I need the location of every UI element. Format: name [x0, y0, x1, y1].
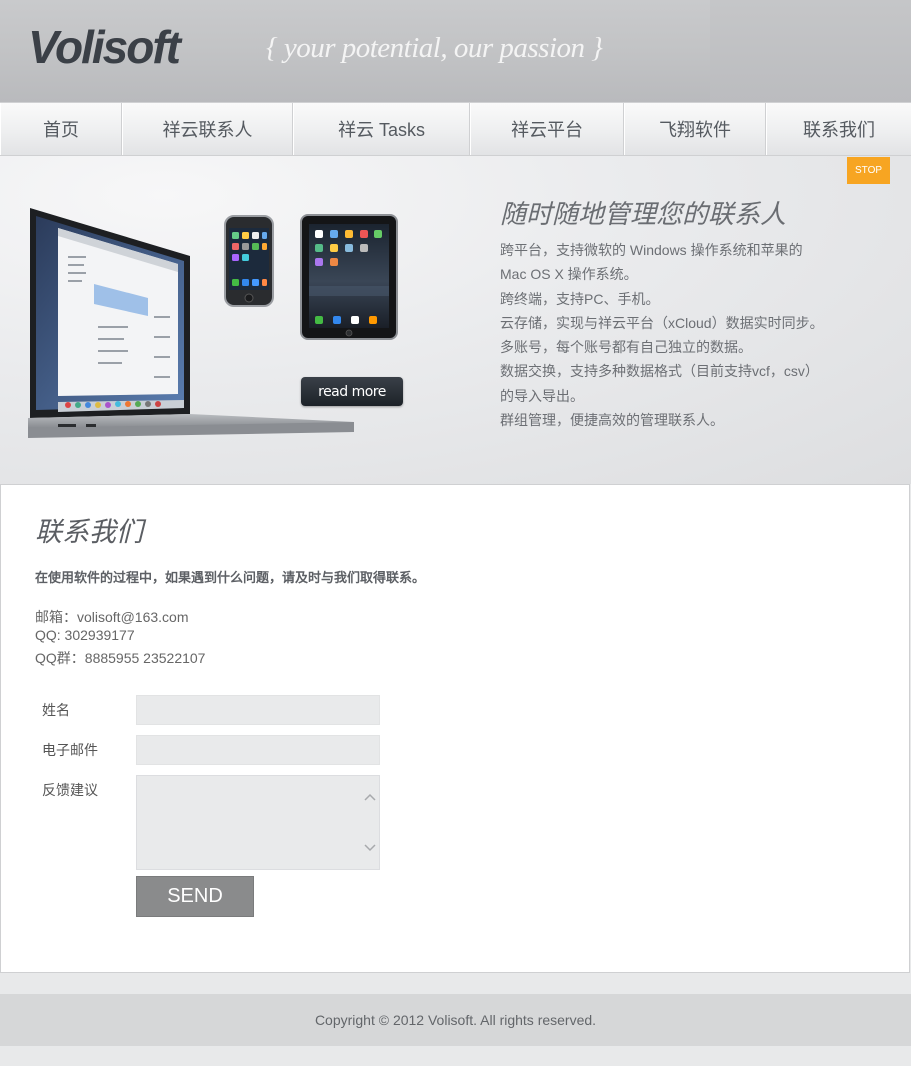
nav-item-xiangyun-tasks[interactable]: 祥云 Tasks: [293, 103, 470, 155]
banner-feature-line: 群组管理，便捷高效的管理联系人。: [500, 412, 724, 429]
banner-feature-line: Mac OS X 操作系统。: [500, 266, 638, 283]
footer-copyright: Copyright © 2012 Volisoft. All rights re…: [314, 1012, 597, 1028]
banner-feature-line: 数据交换，支持多种数据格式（目前支持vcf，csv）: [500, 363, 819, 380]
nav-item-xiangyun-contacts[interactable]: 祥云联系人: [122, 103, 293, 155]
name-label: 姓名: [42, 702, 70, 718]
banner-feature-line: 云存储，实现与祥云平台（xCloud）数据实时同步。: [500, 314, 824, 331]
ipad-image: [300, 214, 398, 340]
main-nav: 首页 祥云联系人 祥云 Tasks 祥云平台 飞翔软件 联系我们: [0, 102, 911, 156]
banner-feature-line: 跨终端，支持PC、手机。: [500, 290, 660, 307]
banner-feature-line: 的导入导出。: [500, 387, 584, 404]
iphone-image: [224, 215, 274, 307]
nav-item-xiangyun-platform[interactable]: 祥云平台: [470, 103, 624, 155]
name-input[interactable]: [136, 695, 380, 725]
read-more-button[interactable]: read more: [301, 377, 403, 406]
email-label: 电子邮件: [42, 742, 98, 758]
scroll-down-icon[interactable]: [363, 841, 377, 855]
contact-intro: 在使用软件的过程中，如果遇到什么问题，请及时与我们取得联系。: [35, 570, 426, 585]
feedback-label: 反馈建议: [42, 782, 98, 798]
feedback-textarea[interactable]: [136, 775, 380, 870]
banner-feature-line: 多账号，每个账号都有自己独立的数据。: [500, 339, 752, 356]
contact-email: 邮箱：volisoft@163.com: [35, 609, 189, 625]
contact-title: 联系我们: [35, 517, 143, 547]
contact-qq-group: QQ群：8885955 23522107: [35, 650, 206, 666]
site-tagline: { your potential, our passion }: [266, 32, 603, 64]
banner-title: 随时随地管理您的联系人: [500, 200, 787, 229]
banner-feature-list: 跨平台，支持微软的 Windows 操作系统和苹果的 Mac OS X 操作系统…: [500, 238, 830, 432]
nav-item-contact-us[interactable]: 联系我们: [766, 103, 911, 155]
site-footer: Copyright © 2012 Volisoft. All rights re…: [0, 994, 911, 1046]
nav-item-feixiang-software[interactable]: 飞翔软件: [624, 103, 766, 155]
email-input[interactable]: [136, 735, 380, 765]
scroll-up-icon[interactable]: [363, 790, 377, 804]
site-logo[interactable]: Volisoft: [28, 20, 181, 74]
contact-qq: QQ: 302939177: [35, 627, 135, 643]
send-button[interactable]: SEND: [136, 876, 254, 917]
slideshow-stop-button[interactable]: STOP: [847, 157, 890, 184]
nav-item-home[interactable]: 首页: [0, 103, 122, 155]
banner-feature-line: 跨平台，支持微软的 Windows 操作系统和苹果的: [500, 242, 803, 258]
